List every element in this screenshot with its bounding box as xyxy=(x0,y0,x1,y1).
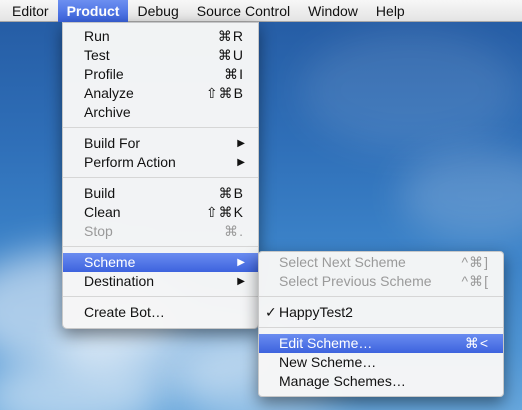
menu-item-build[interactable]: Build ⌘B xyxy=(63,184,258,203)
menu-item-label: Build For xyxy=(84,135,141,151)
menu-item-happytest2-scheme[interactable]: ✓ HappyTest2 xyxy=(259,303,503,322)
menu-item-label: Perform Action xyxy=(84,154,176,170)
menu-item-scheme[interactable]: Scheme ▶ xyxy=(63,253,258,272)
menu-item-manage-schemes[interactable]: Manage Schemes… xyxy=(259,372,503,391)
menu-item-label: Stop xyxy=(84,223,113,239)
menu-item-label: New Scheme… xyxy=(279,354,377,370)
menu-item-label: Scheme xyxy=(84,254,136,270)
menu-debug[interactable]: Debug xyxy=(128,0,187,22)
menu-item-label: Archive xyxy=(84,104,131,120)
menu-item-label: Run xyxy=(84,28,110,44)
scheme-submenu: Select Next Scheme ^⌘] Select Previous S… xyxy=(258,251,504,397)
menu-item-run[interactable]: Run ⌘R xyxy=(63,27,258,46)
shortcut-label: ⇧⌘K xyxy=(205,204,244,220)
menu-item-profile[interactable]: Profile ⌘I xyxy=(63,65,258,84)
menu-item-new-scheme[interactable]: New Scheme… xyxy=(259,353,503,372)
menu-source-control[interactable]: Source Control xyxy=(188,0,299,22)
submenu-arrow-icon: ▶ xyxy=(237,157,245,168)
menu-item-build-for[interactable]: Build For ▶ xyxy=(63,134,258,153)
menu-item-label: Clean xyxy=(84,204,121,220)
shortcut-label: ⌘. xyxy=(224,223,244,239)
cloud-shape xyxy=(300,30,520,150)
shortcut-label: ⌘R xyxy=(217,28,244,44)
menu-item-select-previous-scheme: Select Previous Scheme ^⌘[ xyxy=(259,272,503,291)
menu-item-perform-action[interactable]: Perform Action ▶ xyxy=(63,153,258,172)
submenu-arrow-icon: ▶ xyxy=(237,257,245,268)
menu-item-label: Create Bot… xyxy=(84,304,165,320)
shortcut-label: ^⌘[ xyxy=(461,273,489,289)
menu-item-label: Edit Scheme… xyxy=(279,335,373,351)
menu-item-label: Destination xyxy=(84,273,155,289)
shortcut-label: ⌘B xyxy=(218,185,244,201)
menu-item-label: Manage Schemes… xyxy=(279,373,406,389)
menu-item-label: Analyze xyxy=(84,85,134,101)
menu-help[interactable]: Help xyxy=(367,0,414,22)
menu-item-label: Build xyxy=(84,185,116,201)
shortcut-label: ⇧⌘B xyxy=(205,85,244,101)
menu-item-analyze[interactable]: Analyze ⇧⌘B xyxy=(63,84,258,103)
menu-separator xyxy=(259,327,503,328)
submenu-arrow-icon: ▶ xyxy=(237,276,245,287)
shortcut-label: ⌘< xyxy=(464,335,489,351)
menu-separator xyxy=(63,127,258,128)
menu-item-label: Select Next Scheme xyxy=(279,254,406,270)
cloud-shape xyxy=(400,150,522,240)
menu-item-clean[interactable]: Clean ⇧⌘K xyxy=(63,203,258,222)
shortcut-label: ⌘I xyxy=(224,66,244,82)
menu-item-archive[interactable]: Archive xyxy=(63,103,258,122)
shortcut-label: ^⌘] xyxy=(461,254,489,270)
menu-item-test[interactable]: Test ⌘U xyxy=(63,46,258,65)
menu-window[interactable]: Window xyxy=(299,0,367,22)
product-menu: Run ⌘R Test ⌘U Profile ⌘I Analyze ⇧⌘B Ar… xyxy=(62,22,259,329)
menu-item-edit-scheme[interactable]: Edit Scheme… ⌘< xyxy=(259,334,503,353)
checkmark-icon: ✓ xyxy=(265,304,277,320)
menu-separator xyxy=(63,296,258,297)
menu-separator xyxy=(63,177,258,178)
menu-separator xyxy=(259,296,503,297)
submenu-arrow-icon: ▶ xyxy=(237,138,245,149)
menu-item-label: Select Previous Scheme xyxy=(279,273,432,289)
menu-editor[interactable]: Editor xyxy=(0,0,58,22)
menu-item-select-next-scheme: Select Next Scheme ^⌘] xyxy=(259,253,503,272)
menu-separator xyxy=(63,246,258,247)
shortcut-label: ⌘U xyxy=(217,47,244,63)
menu-item-create-bot[interactable]: Create Bot… xyxy=(63,303,258,322)
menu-item-stop: Stop ⌘. xyxy=(63,222,258,241)
menu-bar: Editor Product Debug Source Control Wind… xyxy=(0,0,522,22)
menu-item-label: HappyTest2 xyxy=(279,304,353,320)
menu-product[interactable]: Product xyxy=(57,0,129,22)
menu-item-destination[interactable]: Destination ▶ xyxy=(63,272,258,291)
menu-item-label: Test xyxy=(84,47,110,63)
menu-item-label: Profile xyxy=(84,66,124,82)
